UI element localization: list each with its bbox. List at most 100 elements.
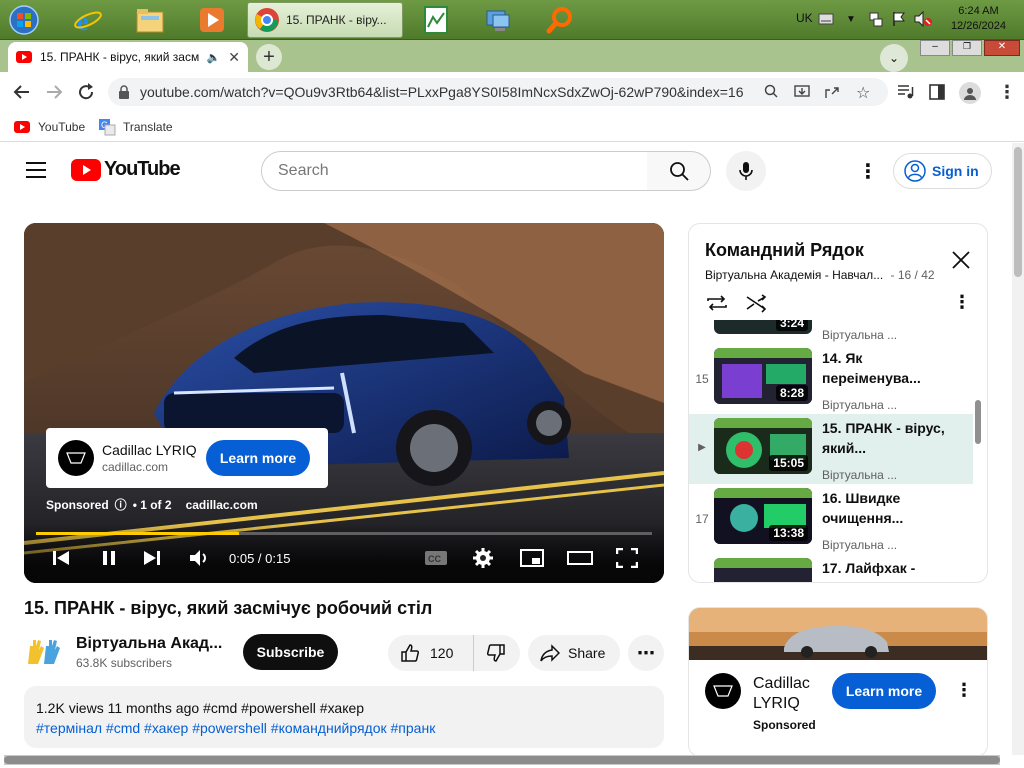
settings-gear-icon[interactable]	[472, 547, 494, 569]
language-indicator[interactable]: UK	[796, 11, 813, 25]
restore-button[interactable]: ❐	[952, 40, 982, 56]
captions-icon[interactable]: CC	[424, 549, 448, 567]
explorer-icon[interactable]	[134, 4, 166, 36]
video-title: 15. ПРАНК - вірус, який засмічує робочий…	[24, 598, 433, 618]
playlist-menu-icon[interactable]: ⋮	[953, 292, 971, 313]
pause-icon[interactable]	[100, 549, 118, 567]
playlist-item-current[interactable]: ▶ 15:05 15. ПРАНК - вірус, який... Вірту…	[689, 414, 973, 484]
side-ad-learn-more-button[interactable]: Learn more	[832, 673, 936, 709]
tab-audio-icon[interactable]: 🔈	[207, 51, 221, 64]
ad-domain-link[interactable]: cadillac.com	[186, 498, 258, 512]
youtube-logo[interactable]: YouTube	[71, 158, 181, 181]
next-icon[interactable]	[143, 549, 161, 567]
sign-in-button[interactable]: Sign in	[893, 153, 992, 189]
side-panel-icon[interactable]	[929, 84, 945, 100]
chrome-menu-icon[interactable]: ⋮	[998, 82, 1016, 103]
channel-name[interactable]: Віртуальна Акад...	[76, 635, 222, 653]
close-window-button[interactable]: ✕	[984, 40, 1020, 56]
share-button[interactable]: Share	[528, 635, 620, 671]
network-app-icon[interactable]	[482, 4, 514, 36]
fullscreen-icon[interactable]	[616, 548, 638, 568]
keyboard-icon[interactable]	[818, 13, 834, 25]
media-player-icon[interactable]	[196, 4, 228, 36]
search-button[interactable]	[647, 151, 711, 191]
cadillac-logo-icon	[58, 440, 94, 476]
playlist-title[interactable]: Командний Рядок	[705, 240, 864, 261]
close-playlist-icon[interactable]	[951, 250, 971, 270]
network-icon[interactable]	[868, 11, 884, 29]
browser-tab[interactable]: 15. ПРАНК - вірус, який засм 🔈 ✕	[8, 42, 248, 72]
new-tab-button[interactable]: +	[256, 44, 282, 70]
video-thumbnail: 15:05	[714, 418, 812, 474]
more-actions-icon[interactable]: ⋯	[628, 635, 664, 671]
subscribe-button[interactable]: Subscribe	[243, 634, 338, 670]
tab-close-icon[interactable]: ✕	[228, 49, 240, 66]
side-ad[interactable]: Cadillac LYRIQ Sponsored Learn more ⋮	[688, 607, 988, 757]
description-box[interactable]: 1.2K views 11 months ago #cmd #powershel…	[24, 686, 664, 748]
back-icon[interactable]	[12, 82, 32, 102]
bookmark-translate[interactable]: Translate	[123, 120, 173, 134]
clock[interactable]: 6:24 AM 12/26/2024	[951, 4, 1006, 34]
chrome-icon	[255, 8, 279, 32]
forward-icon[interactable]	[44, 82, 64, 102]
media-control-icon[interactable]	[897, 84, 915, 100]
playlist-item[interactable]: 17 13:38 16. Швидке очищення... Віртуаль…	[689, 484, 973, 554]
ad-card[interactable]: Cadillac LYRIQ cadillac.com Learn more	[46, 428, 328, 488]
svg-text:CC: CC	[428, 554, 441, 564]
url-text[interactable]: youtube.com/watch?v=QOu9v3Rtb64&list=PLx…	[140, 84, 744, 100]
info-icon[interactable]: ⓘ	[115, 496, 127, 513]
volume-icon[interactable]	[189, 548, 211, 568]
horizontal-scrollbar-thumb[interactable]	[4, 756, 1000, 764]
video-player[interactable]: Cadillac LYRIQ cadillac.com Learn more S…	[24, 223, 664, 583]
miniplayer-icon[interactable]	[520, 549, 544, 567]
settings-menu-icon[interactable]: ⋮	[858, 159, 878, 184]
reload-icon[interactable]	[76, 82, 96, 102]
vertical-scrollbar[interactable]	[1012, 143, 1024, 755]
volume-muted-icon[interactable]	[914, 11, 932, 27]
shuffle-icon[interactable]	[745, 293, 769, 313]
bookmark-youtube[interactable]: YouTube	[38, 120, 85, 134]
previous-icon[interactable]	[52, 549, 70, 567]
learn-more-button[interactable]: Learn more	[206, 440, 310, 476]
playlist-channel[interactable]: Віртуальна Академія - Навчал...	[705, 268, 883, 282]
side-ad-banner	[689, 608, 987, 660]
search-input[interactable]: Search	[261, 151, 648, 191]
share-page-icon[interactable]	[824, 84, 840, 100]
taskbar-chrome-window[interactable]: 15. ПРАНК - віру...	[247, 2, 403, 38]
progress-bar[interactable]	[36, 532, 652, 535]
install-icon[interactable]	[794, 84, 810, 100]
description-hashtags[interactable]: #термінал #cmd #хакер #powershell #коман…	[36, 718, 652, 738]
now-playing-icon: ▶	[698, 442, 706, 453]
theater-mode-icon[interactable]	[567, 549, 593, 567]
channel-avatar[interactable]	[24, 636, 64, 668]
description-stats: 1.2K views 11 months ago #cmd #powershel…	[36, 700, 365, 716]
bookmark-star-icon[interactable]: ☆	[856, 83, 870, 103]
address-bar[interactable]: youtube.com/watch?v=QOu9v3Rtb64&list=PLx…	[108, 78, 888, 106]
thumbs-down-icon	[486, 644, 505, 662]
playlist-item[interactable]: 15 8:28 14. Як переіменува... Віртуальна…	[689, 344, 973, 414]
like-button[interactable]: 120	[388, 635, 474, 671]
playlist-item[interactable]: 17. Лайфхак -	[689, 554, 973, 582]
search-page-icon[interactable]	[764, 84, 778, 98]
tab-search-chevron-icon[interactable]: ⌄	[880, 44, 908, 72]
loop-icon[interactable]	[705, 293, 729, 313]
profile-avatar-icon[interactable]	[959, 82, 981, 104]
vertical-scrollbar-thumb[interactable]	[1014, 147, 1022, 277]
tray-chevron-icon[interactable]: ▼	[846, 14, 856, 25]
playlist-item-channel: Віртуальна ...	[822, 538, 898, 552]
chart-app-icon[interactable]	[420, 4, 452, 36]
voice-search-button[interactable]	[726, 151, 766, 191]
flag-icon[interactable]	[892, 11, 906, 27]
video-thumbnail: 8:28	[714, 348, 812, 404]
minimize-button[interactable]: –	[920, 40, 950, 56]
side-ad-menu-icon[interactable]: ⋮	[955, 680, 973, 701]
horizontal-scrollbar[interactable]	[4, 755, 1000, 765]
playlist-item[interactable]: 3:24 Віртуальна ...	[689, 320, 973, 344]
magnifier-icon[interactable]	[544, 4, 576, 36]
hamburger-menu-icon[interactable]	[25, 161, 47, 179]
lock-icon[interactable]	[118, 85, 130, 99]
dislike-button[interactable]	[474, 643, 506, 663]
ie-icon[interactable]: e	[72, 4, 104, 36]
playlist-scrollbar[interactable]	[975, 400, 981, 444]
start-button[interactable]	[8, 4, 40, 36]
